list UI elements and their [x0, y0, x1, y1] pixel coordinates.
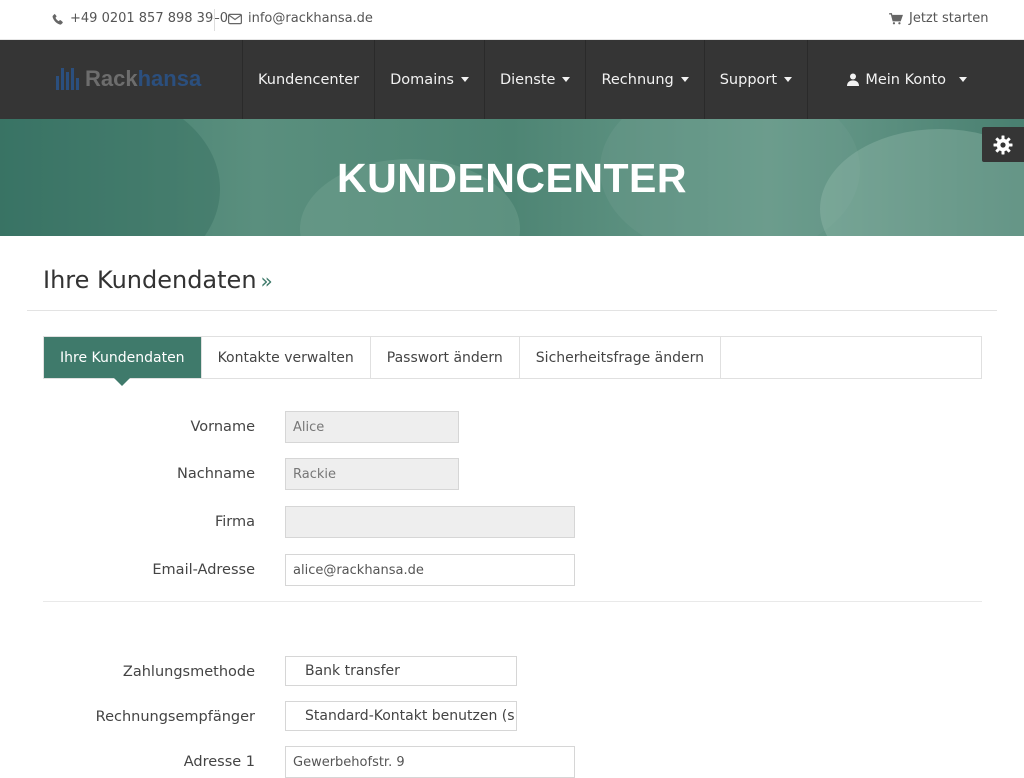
payment-label: Zahlungsmethode — [122, 664, 255, 680]
company-label: Firma — [214, 514, 255, 530]
user-icon — [847, 73, 860, 86]
page-banner: KUNDENCENTER — [0, 119, 1024, 236]
account-tabs: Ihre Kundendaten Kontakte verwalten Pass… — [43, 336, 982, 386]
caret-down-icon — [562, 77, 571, 82]
tab-label: Ihre Kundendaten — [60, 349, 185, 366]
payment-method-select[interactable]: Bank transfer — [285, 656, 517, 686]
tab-passwort[interactable]: Passwort ändern — [371, 337, 520, 378]
divider — [27, 310, 997, 311]
phone-contact[interactable]: +49 0201 857 898 39–0 — [52, 11, 228, 26]
form-row-billing-contact: Rechnungsempfänger Standard-Kontakt benu… — [0, 701, 1024, 733]
nav-dienste[interactable]: Dienste — [483, 40, 585, 119]
form-row-company: Firma — [0, 506, 1024, 538]
gear-icon — [993, 135, 1013, 155]
nav-item-label: Kundencenter — [258, 71, 360, 88]
email-field[interactable]: alice@rackhansa.de — [285, 554, 575, 586]
account-menu[interactable]: Mein Konto — [847, 40, 967, 119]
tab-label: Passwort ändern — [386, 349, 503, 366]
page-title: Ihre Kundendaten» — [43, 266, 273, 294]
address1-field[interactable]: Gewerbehofstr. 9 — [285, 746, 575, 778]
banner-title: KUNDENCENTER — [337, 155, 687, 201]
tab-label: Kontakte verwalten — [217, 349, 354, 366]
brand-name-part2: hansa — [137, 66, 202, 91]
brand-name-part1: Rack — [85, 66, 138, 91]
caret-down-icon — [784, 77, 793, 82]
lastname-label: Nachname — [176, 466, 255, 482]
phone-icon — [52, 13, 64, 25]
main-navbar: Rackhansa Kundencenter Domains Dienste R… — [0, 40, 1024, 119]
billing-contact-label: Rechnungsempfänger — [95, 709, 255, 725]
nav-rechnung[interactable]: Rechnung — [585, 40, 703, 119]
form-row-lastname: Nachname Rackie — [0, 458, 1024, 490]
nav-item-label: Support — [719, 71, 778, 88]
account-label: Mein Konto — [865, 71, 946, 88]
nav-support[interactable]: Support — [703, 40, 809, 119]
start-link[interactable]: Jetzt starten — [889, 11, 989, 26]
nav-item-label: Dienste — [499, 71, 556, 88]
envelope-icon — [228, 13, 242, 25]
caret-down-icon — [680, 77, 689, 82]
nav-kundencenter[interactable]: Kundencenter — [242, 40, 374, 119]
tab-kundendaten[interactable]: Ihre Kundendaten — [44, 337, 202, 386]
form-row-firstname: Vorname Alice — [0, 411, 1024, 443]
nav-item-label: Rechnung — [601, 71, 674, 88]
brand-logo[interactable]: Rackhansa — [56, 64, 201, 94]
caret-down-icon — [460, 77, 469, 82]
email-label: Email-Adresse — [152, 562, 255, 578]
email-contact[interactable]: info@rackhansa.de — [228, 11, 373, 26]
caret-down-icon — [959, 77, 967, 82]
firstname-label: Vorname — [190, 419, 256, 435]
top-contact-bar: +49 0201 857 898 39–0 info@rackhansa.de … — [0, 0, 1024, 40]
billing-contact-select[interactable]: Standard-Kontakt benutzen (s — [285, 701, 517, 731]
nav-domains[interactable]: Domains — [374, 40, 484, 119]
logo-mark-icon — [56, 68, 79, 90]
tab-label: Sicherheitsfrage ändern — [535, 349, 704, 366]
section-divider — [43, 601, 982, 602]
form-row-email: Email-Adresse alice@rackhansa.de — [0, 554, 1024, 586]
nav-item-label: Domains — [390, 71, 454, 88]
start-label: Jetzt starten — [909, 11, 989, 26]
form-row-address1: Adresse 1 Gewerbehofstr. 9 — [0, 746, 1024, 778]
settings-toggle-button[interactable] — [982, 127, 1024, 162]
tab-kontakte[interactable]: Kontakte verwalten — [202, 337, 371, 378]
tab-sicherheitsfrage[interactable]: Sicherheitsfrage ändern — [520, 337, 721, 378]
firstname-field: Alice — [285, 411, 459, 443]
topbar-divider — [214, 9, 215, 31]
page-title-text: Ihre Kundendaten — [43, 266, 257, 294]
primary-nav: Kundencenter Domains Dienste Rechnung Su… — [242, 40, 809, 119]
phone-number: +49 0201 857 898 39–0 — [70, 11, 228, 26]
cart-icon — [889, 12, 903, 25]
raquo-icon: » — [260, 269, 273, 293]
email-address: info@rackhansa.de — [248, 11, 373, 26]
company-field — [285, 506, 575, 538]
form-row-payment: Zahlungsmethode Bank transfer — [0, 656, 1024, 688]
lastname-field: Rackie — [285, 458, 459, 490]
